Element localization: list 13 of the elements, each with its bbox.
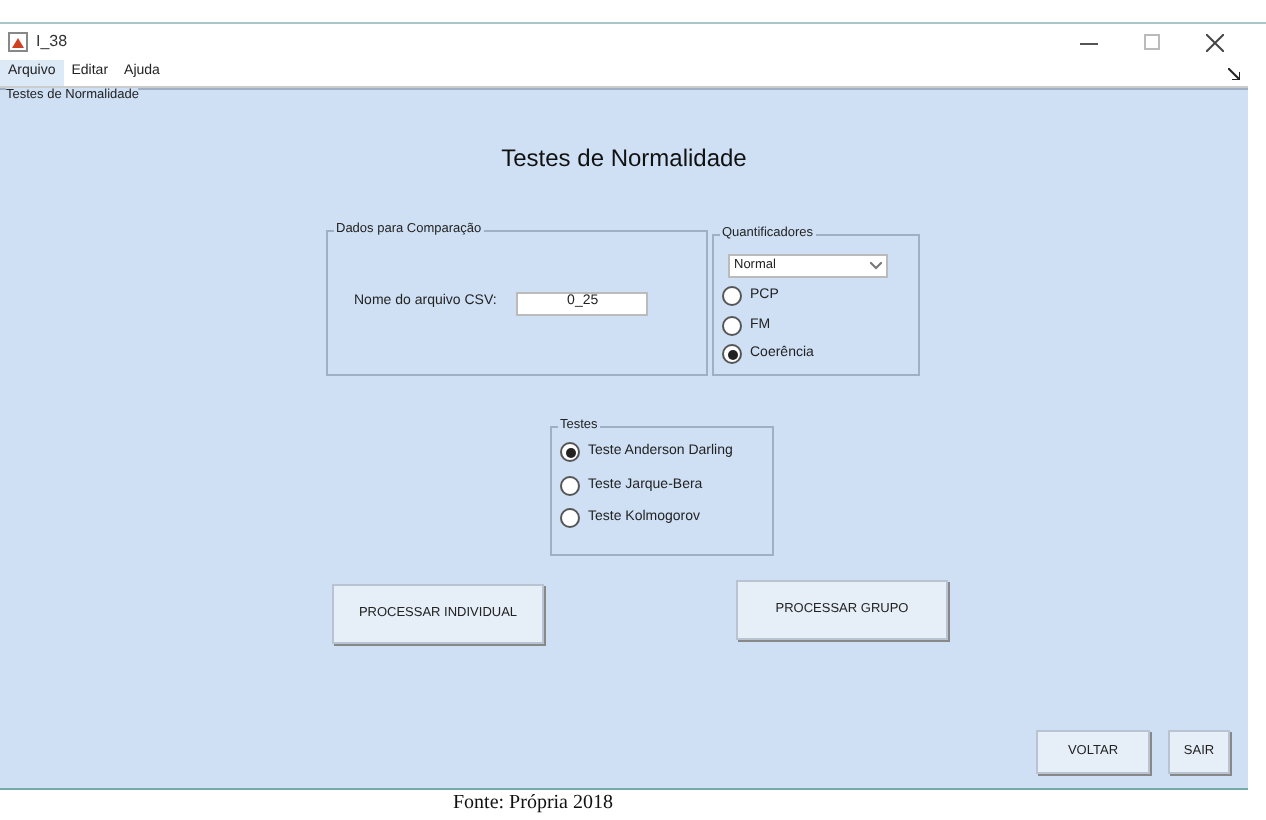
figure-caption: Fonte: Própria 2018: [453, 790, 613, 818]
radio-button[interactable]: [560, 508, 580, 529]
radio-button[interactable]: [722, 315, 742, 336]
close-icon[interactable]: [1206, 33, 1224, 51]
radio-button[interactable]: [560, 475, 580, 496]
app-icon: [8, 32, 28, 52]
page-heading: Testes de Normalidade: [501, 142, 747, 176]
radio-button[interactable]: [722, 286, 742, 307]
arrow-icon[interactable]: [1228, 67, 1240, 79]
window-title: I_38: [36, 30, 68, 54]
radio-button[interactable]: [560, 442, 580, 463]
radio-button[interactable]: [722, 344, 742, 365]
chevron-icon: [870, 262, 882, 270]
